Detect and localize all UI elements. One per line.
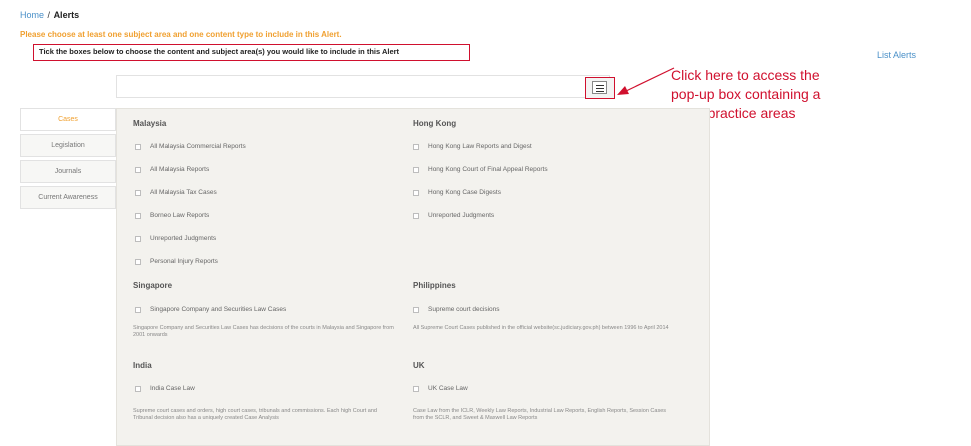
- option-label: Hong Kong Court of Final Appeal Reports: [428, 166, 548, 173]
- checkbox[interactable]: [413, 189, 419, 196]
- list-item[interactable]: Hong Kong Case Digests: [413, 189, 501, 196]
- option-label: All Malaysia Tax Cases: [150, 189, 217, 196]
- validation-warning: Please choose at least one subject area …: [20, 30, 342, 39]
- option-label: Personal Injury Reports: [150, 258, 218, 265]
- list-item[interactable]: All Malaysia Reports: [135, 166, 209, 173]
- region-title-india: India: [133, 361, 152, 370]
- breadcrumb-separator: /: [47, 10, 51, 20]
- region-title-singapore: Singapore: [133, 281, 173, 290]
- option-label: Unreported Judgments: [150, 235, 217, 242]
- list-item[interactable]: India Case Law: [135, 385, 195, 392]
- option-label: Unreported Judgments: [428, 212, 495, 219]
- checkbox[interactable]: [135, 212, 141, 219]
- breadcrumb: Home / Alerts: [20, 10, 79, 20]
- checkbox[interactable]: [413, 385, 419, 392]
- list-item[interactable]: Unreported Judgments: [135, 235, 216, 242]
- list-item[interactable]: Borneo Law Reports: [135, 212, 209, 219]
- checkbox[interactable]: [413, 212, 419, 219]
- checkbox[interactable]: [135, 258, 141, 265]
- callout-arrow-icon: [617, 67, 675, 95]
- list-item[interactable]: Hong Kong Law Reports and Digest: [413, 143, 532, 150]
- callout-line-1: Click here to access the: [671, 67, 820, 83]
- list-item[interactable]: Singapore Company and Securities Law Cas…: [135, 306, 286, 313]
- list-item[interactable]: UK Case Law: [413, 385, 468, 392]
- content-type-tabs: Cases Legislation Journals Current Aware…: [20, 108, 116, 212]
- region-description: Case Law from the ICLR, Weekly Law Repor…: [413, 408, 667, 421]
- checkbox[interactable]: [413, 143, 419, 150]
- list-item[interactable]: Supreme court decisions: [413, 306, 500, 313]
- region-description: All Supreme Court Cases published in the…: [413, 325, 669, 331]
- checkbox[interactable]: [135, 166, 141, 173]
- list-item[interactable]: Personal Injury Reports: [135, 258, 218, 265]
- tab-journals[interactable]: Journals: [20, 160, 116, 183]
- practice-areas-menu-button[interactable]: [585, 77, 615, 99]
- region-description: Singapore Company and Securities Law Cas…: [133, 325, 394, 338]
- tab-current-awareness[interactable]: Current Awareness: [20, 186, 116, 209]
- checkbox[interactable]: [135, 143, 141, 150]
- region-title-malaysia: Malaysia: [133, 119, 167, 128]
- filter-bar: [116, 75, 610, 98]
- option-label: All Malaysia Commercial Reports: [150, 143, 246, 150]
- option-label: Singapore Company and Securities Law Cas…: [150, 306, 287, 313]
- list-item[interactable]: All Malaysia Commercial Reports: [135, 143, 246, 150]
- checkbox[interactable]: [413, 306, 419, 313]
- region-title-uk: UK: [413, 361, 425, 370]
- option-label: All Malaysia Reports: [150, 166, 210, 173]
- region-title-hong-kong: Hong Kong: [413, 119, 457, 128]
- list-item[interactable]: Hong Kong Court of Final Appeal Reports: [413, 166, 548, 173]
- hamburger-menu-icon: [592, 81, 607, 94]
- page-title: Alerts: [53, 10, 80, 20]
- callout-line-2: pop-up box containing a: [671, 86, 821, 102]
- option-label: Hong Kong Case Digests: [428, 189, 501, 196]
- tab-legislation[interactable]: Legislation: [20, 134, 116, 157]
- list-item[interactable]: Unreported Judgments: [413, 212, 494, 219]
- option-label: UK Case Law: [428, 385, 468, 392]
- checkbox[interactable]: [135, 385, 141, 392]
- option-label: Hong Kong Law Reports and Digest: [428, 143, 532, 150]
- checkbox[interactable]: [413, 166, 419, 173]
- instruction-text: Tick the boxes below to choose the conte…: [33, 44, 470, 61]
- checkbox[interactable]: [135, 235, 141, 242]
- list-item[interactable]: All Malaysia Tax Cases: [135, 189, 217, 196]
- checkbox[interactable]: [135, 306, 141, 313]
- subject-area-panel: Malaysia All Malaysia Commercial Reports…: [116, 108, 710, 446]
- option-label: Supreme court decisions: [428, 306, 500, 313]
- region-description: Supreme court cases and orders, high cou…: [133, 408, 377, 421]
- checkbox[interactable]: [135, 189, 141, 196]
- option-label: India Case Law: [150, 385, 195, 392]
- list-alerts-link[interactable]: List Alerts: [877, 50, 916, 60]
- tab-cases[interactable]: Cases: [20, 108, 116, 131]
- breadcrumb-home-link[interactable]: Home: [20, 10, 44, 20]
- option-label: Borneo Law Reports: [150, 212, 210, 219]
- region-title-philippines: Philippines: [413, 281, 456, 290]
